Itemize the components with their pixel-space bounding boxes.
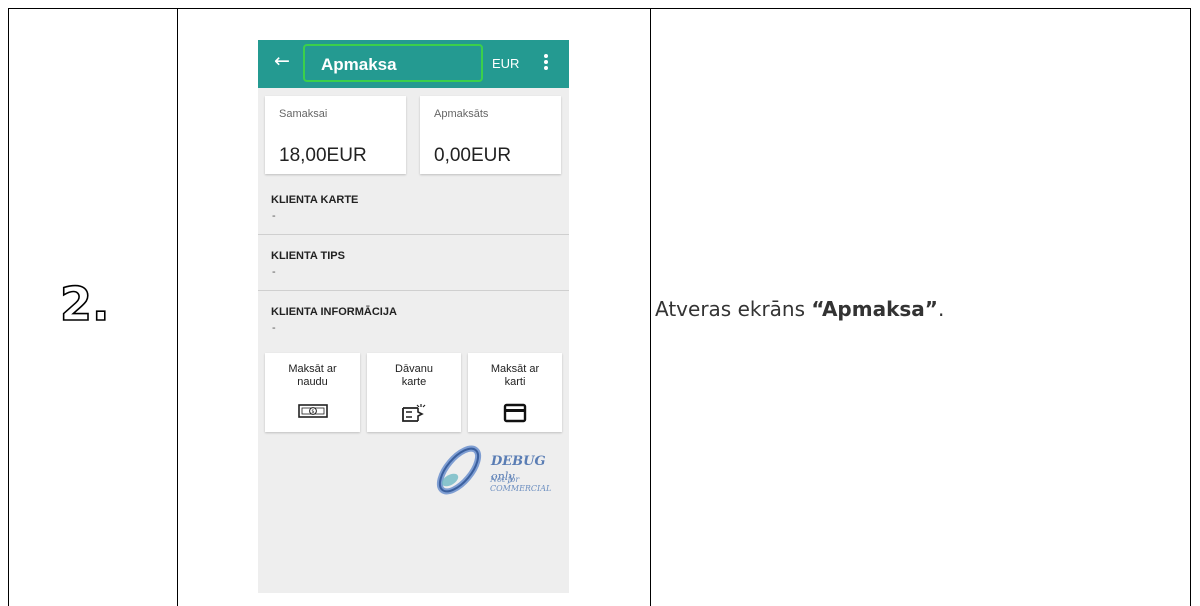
- debug-watermark: DEBUG only Not for COMMERCIAL: [428, 440, 569, 500]
- client-type-value: -: [272, 266, 276, 278]
- back-arrow-icon[interactable]: ←: [274, 50, 290, 72]
- amount-due-card: Samaksai 18,00EUR: [265, 96, 406, 174]
- instruction-table: [8, 8, 1191, 606]
- pay-cash-button[interactable]: Maksāt ar naudu $: [265, 353, 360, 432]
- credit-card-icon: [503, 403, 527, 423]
- amount-paid-card: Apmaksāts 0,00EUR: [420, 96, 561, 174]
- client-info-label: KLIENTA INFORMĀCIJA: [271, 306, 397, 318]
- amount-paid-label: Apmaksāts: [434, 108, 489, 120]
- client-card-row[interactable]: KLIENTA KARTE -: [258, 180, 569, 235]
- client-type-label: KLIENTA TIPS: [271, 250, 345, 262]
- column-divider: [650, 9, 651, 606]
- gift-card-label: Dāvanu karte: [395, 363, 433, 388]
- title-highlight: Apmaksa: [303, 44, 483, 82]
- debug-logo-icon: [436, 445, 482, 495]
- watermark-line2: Not for COMMERCIAL: [490, 475, 552, 493]
- svg-text:$: $: [311, 409, 314, 415]
- client-card-label: KLIENTA KARTE: [271, 194, 359, 206]
- description-prefix: Atveras ekrāns: [655, 297, 812, 321]
- step-number: 2.: [59, 277, 110, 331]
- app-bar: ← Apmaksa EUR: [258, 40, 569, 88]
- description-emphasis: “Apmaksa”: [811, 297, 938, 321]
- client-card-value: -: [272, 210, 276, 222]
- gift-card-icon: [402, 404, 426, 422]
- pay-cash-label: Maksāt ar naudu: [288, 363, 337, 388]
- step-description: Atveras ekrāns “Apmaksa”.: [655, 297, 944, 321]
- client-info-value: -: [272, 322, 276, 334]
- description-suffix: .: [937, 297, 945, 321]
- pay-card-label: Maksāt ar karti: [490, 363, 540, 388]
- amount-paid-value: 0,00EUR: [434, 145, 512, 166]
- column-divider: [177, 9, 178, 606]
- cash-icon: $: [297, 404, 328, 418]
- pay-card-button[interactable]: Maksāt ar karti: [468, 353, 562, 432]
- currency-button[interactable]: EUR: [492, 56, 519, 71]
- amount-due-value: 18,00EUR: [279, 145, 367, 166]
- amount-due-label: Samaksai: [279, 108, 328, 120]
- more-vert-icon[interactable]: [544, 54, 548, 72]
- client-info-row[interactable]: KLIENTA INFORMĀCIJA -: [258, 292, 569, 347]
- phone-screenshot: ← Apmaksa EUR Samaksai 18,00EUR Apmaksāt…: [258, 40, 569, 593]
- gift-card-button[interactable]: Dāvanu karte: [367, 353, 461, 432]
- screen-title: Apmaksa: [321, 55, 397, 74]
- client-type-row[interactable]: KLIENTA TIPS -: [258, 236, 569, 291]
